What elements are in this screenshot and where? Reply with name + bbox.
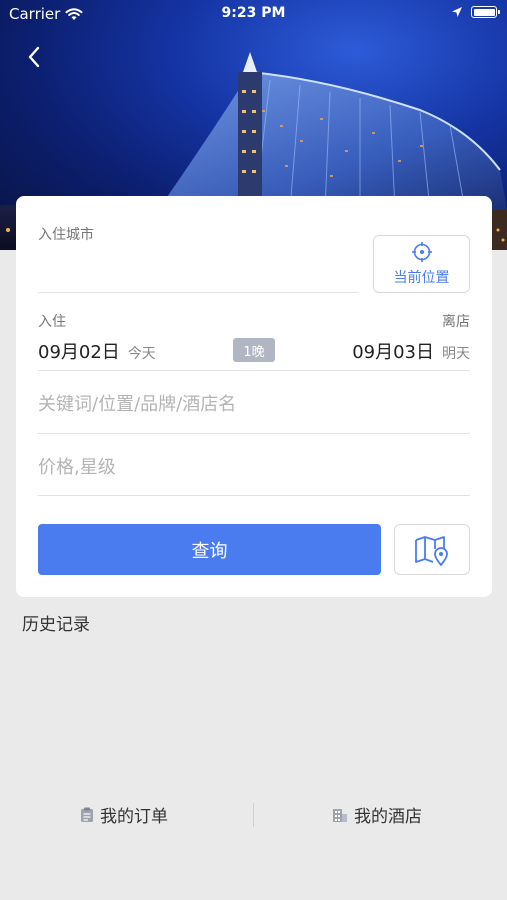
status-right-icons: [451, 6, 500, 18]
tab-divider: [253, 803, 254, 827]
divider: [38, 433, 470, 434]
checkin-label: 入住: [38, 314, 66, 330]
price-star-filter[interactable]: 价格,星级: [38, 446, 470, 486]
my-orders-tab[interactable]: 我的订单: [80, 802, 168, 827]
divider: [38, 370, 470, 371]
map-search-button[interactable]: [394, 524, 470, 575]
keyword-search-input[interactable]: [38, 384, 470, 424]
my-orders-label: 我的订单: [100, 807, 168, 827]
checkin-date-picker[interactable]: 09月02日 今天: [38, 338, 156, 364]
battery-icon: [471, 6, 500, 18]
back-button[interactable]: [22, 42, 48, 72]
building-icon: [333, 808, 347, 822]
nights-badge: 1晚: [233, 338, 275, 362]
checkout-date: 09月03日: [352, 342, 434, 363]
divider: [38, 292, 358, 293]
my-hotels-tab[interactable]: 我的酒店: [332, 802, 422, 827]
date-range-row: 09月02日 今天 1晚 09月03日 明天: [38, 336, 470, 366]
status-bar: Carrier 9:23 PM: [0, 0, 507, 28]
checkin-day: 今天: [127, 346, 156, 362]
my-hotels-label: 我的酒店: [354, 807, 422, 827]
current-location-label: 当前位置: [393, 270, 450, 286]
back-chevron-icon: [28, 46, 40, 68]
city-label: 入住城市: [38, 227, 94, 243]
crosshair-location-icon: [411, 242, 432, 262]
city-input[interactable]: [38, 248, 358, 290]
checkin-date: 09月02日: [38, 342, 120, 363]
checkout-day: 明天: [442, 346, 470, 362]
query-button[interactable]: 查询: [38, 524, 381, 575]
hotel-search-card: 入住城市 当前位置 入住 离店 09月02日 今天 1晚 09月03日 明天 价…: [16, 196, 492, 597]
checkout-date-picker[interactable]: 09月03日 明天: [352, 338, 470, 364]
divider: [38, 495, 470, 496]
checkout-label: 离店: [442, 314, 470, 330]
history-title: 历史记录: [22, 615, 90, 635]
current-location-button[interactable]: 当前位置: [373, 235, 470, 293]
location-arrow-icon: [452, 7, 462, 17]
bottom-tab-bar: 我的订单 我的酒店: [0, 790, 507, 840]
map-pin-icon: [415, 535, 448, 566]
status-time: 9:23 PM: [221, 5, 286, 21]
clipboard-icon: [81, 807, 93, 822]
